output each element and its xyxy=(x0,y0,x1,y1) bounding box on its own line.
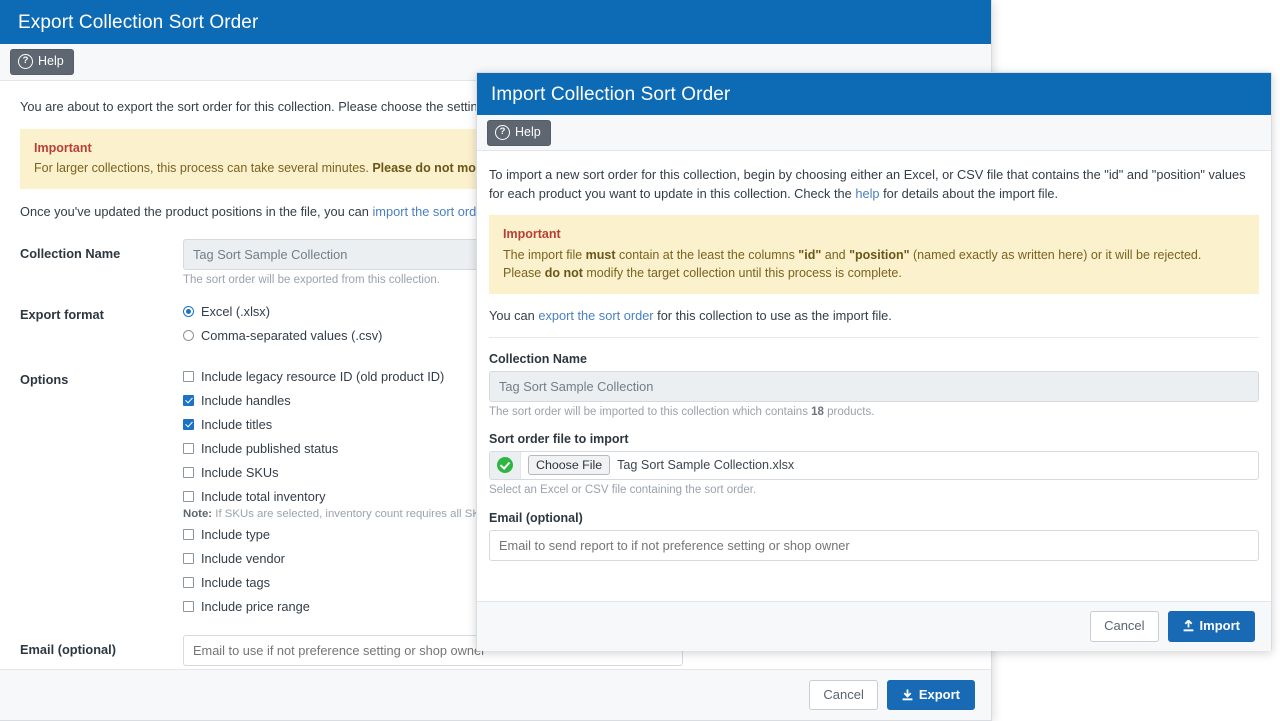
export-submit-button-label: Export xyxy=(918,686,960,702)
option-label: Include total inventory xyxy=(201,489,326,505)
import-email-input[interactable] xyxy=(489,529,1259,561)
option-label: Include vendor xyxy=(201,551,285,567)
upload-arrow-icon xyxy=(1183,620,1194,632)
import-dialog-footer: Cancel Import xyxy=(477,601,1271,651)
checkbox-icon xyxy=(183,553,194,565)
export-format-label: Export format xyxy=(20,306,104,322)
import-dialog-body: To import a new sort order for this coll… xyxy=(477,151,1271,601)
checkbox-icon xyxy=(183,529,194,541)
import-help-button-label: Help xyxy=(515,124,541,139)
radio-icon xyxy=(183,306,194,318)
checkbox-icon xyxy=(183,491,194,503)
import-dialog-header: Import Collection Sort Order xyxy=(477,73,1271,115)
export-email-label: Email (optional) xyxy=(20,641,116,657)
option-label: Include tags xyxy=(201,575,271,591)
import-email-block: Email (optional) xyxy=(489,511,1259,561)
import-collection-name-block: Collection Name Tag Sort Sample Collecti… xyxy=(489,352,1259,418)
notice-l1-must: must xyxy=(585,247,616,262)
import-export-link-suffix: for this collection to use as the import… xyxy=(653,307,892,323)
radio-icon xyxy=(183,330,194,342)
import-file-hint: Select an Excel or CSV file containing t… xyxy=(489,483,757,496)
notice-l1-pos: "position" xyxy=(849,247,910,262)
export-import-link-prefix: Once you've updated the product position… xyxy=(20,204,373,220)
import-export-link-prefix: You can xyxy=(489,307,539,323)
checkbox-icon xyxy=(183,577,194,589)
notice-l1-a: The import file xyxy=(503,247,586,262)
check-circle-icon xyxy=(497,457,513,474)
import-file-block: Sort order file to import Choose File Ta… xyxy=(489,432,1259,496)
notice-l1-id: "id" xyxy=(798,247,822,262)
import-file-input[interactable]: Choose File Tag Sort Sample Collection.x… xyxy=(489,450,1259,480)
checkbox-icon xyxy=(183,371,194,383)
notice-l2-donot: do not xyxy=(544,265,583,280)
import-collection-sort-order-dialog: Import Collection Sort Order ? Help To i… xyxy=(476,72,1272,651)
import-notice-title: Important xyxy=(503,227,561,242)
hint-a: The sort order will be imported to this … xyxy=(489,405,812,418)
import-export-link-line: You can export the sort order for this c… xyxy=(489,306,1259,325)
export-format-option-csv-label: Comma-separated values (.csv) xyxy=(201,328,383,344)
option-label: Include price range xyxy=(201,599,310,615)
option-label: Include legacy resource ID (old product … xyxy=(201,369,445,385)
notice-l2-b: modify the target collection until this … xyxy=(582,265,902,280)
notice-l1-b: contain at the least the columns xyxy=(615,247,799,262)
checkbox-icon xyxy=(183,419,194,431)
checkbox-icon xyxy=(183,601,194,613)
import-help-button[interactable]: ? Help xyxy=(487,119,551,146)
import-collection-name-label: Collection Name xyxy=(489,351,587,366)
inventory-note-text: If SKUs are selected, inventory count re… xyxy=(212,507,507,520)
question-circle-icon: ? xyxy=(18,54,33,69)
export-options-label: Options xyxy=(20,371,69,387)
inventory-note-prefix: Note: xyxy=(183,507,213,520)
file-valid-badge xyxy=(490,451,521,479)
export-notice-title: Important xyxy=(34,141,92,156)
export-help-button-label: Help xyxy=(38,54,64,69)
export-dialog-title: Export Collection Sort Order xyxy=(18,11,259,33)
import-notice-line-1: The import file must contain at the leas… xyxy=(503,246,1245,264)
export-notice-line-a: For larger collections, this process can… xyxy=(34,161,373,176)
choose-file-button[interactable]: Choose File xyxy=(528,455,611,476)
import-cancel-button[interactable]: Cancel xyxy=(1090,611,1159,642)
export-important-notice: Important For larger collections, this p… xyxy=(20,129,540,190)
product-count: 18 xyxy=(811,405,824,418)
import-divider xyxy=(489,336,1259,338)
help-link[interactable]: help xyxy=(855,186,879,201)
option-label: Include handles xyxy=(201,393,291,409)
checkbox-icon xyxy=(183,395,194,407)
option-label: Include type xyxy=(201,527,271,543)
import-submit-button-label: Import xyxy=(1199,618,1240,634)
notice-l2-a: Please xyxy=(503,265,545,280)
checkbox-icon xyxy=(183,467,194,479)
import-notice-line-2: Please do not modify the target collecti… xyxy=(503,264,1245,282)
export-cancel-button[interactable]: Cancel xyxy=(809,679,878,711)
hint-b: products. xyxy=(823,405,875,418)
option-label: Include published status xyxy=(201,441,339,457)
notice-l1-d: (named exactly as written here) or it wi… xyxy=(909,247,1202,262)
import-collection-name-hint: The sort order will be imported to this … xyxy=(489,406,1259,418)
import-important-notice: Important The import file must contain a… xyxy=(489,215,1259,294)
export-format-option-xlsx-label: Excel (.xlsx) xyxy=(201,304,270,320)
import-intro-text: To import a new sort order for this coll… xyxy=(489,165,1259,203)
checkbox-icon xyxy=(183,443,194,455)
import-the-sort-order-link[interactable]: import the sort order xyxy=(372,204,487,219)
export-the-sort-order-link[interactable]: export the sort order xyxy=(538,308,653,323)
export-dialog-footer: Cancel Export xyxy=(0,669,991,720)
import-dialog-title: Import Collection Sort Order xyxy=(491,83,731,105)
notice-l1-c: and xyxy=(821,247,850,262)
import-collection-name-input: Tag Sort Sample Collection xyxy=(489,370,1259,402)
question-circle-icon: ? xyxy=(495,124,510,140)
import-submit-button[interactable]: Import xyxy=(1167,611,1255,642)
import-dialog-toolbar: ? Help xyxy=(477,115,1271,151)
selected-file-name: Tag Sort Sample Collection.xlsx xyxy=(617,458,795,473)
export-dialog-header: Export Collection Sort Order xyxy=(0,0,991,44)
import-email-label: Email (optional) xyxy=(489,510,583,525)
import-file-label: Sort order file to import xyxy=(489,431,629,446)
option-label: Include titles xyxy=(201,417,273,433)
download-arrow-icon xyxy=(902,689,913,701)
export-collection-name-label: Collection Name xyxy=(20,245,121,261)
import-intro-b: for details about the import file. xyxy=(879,186,1059,202)
export-submit-button[interactable]: Export xyxy=(886,679,975,711)
option-label: Include SKUs xyxy=(201,465,279,481)
export-help-button[interactable]: ? Help xyxy=(10,49,74,75)
